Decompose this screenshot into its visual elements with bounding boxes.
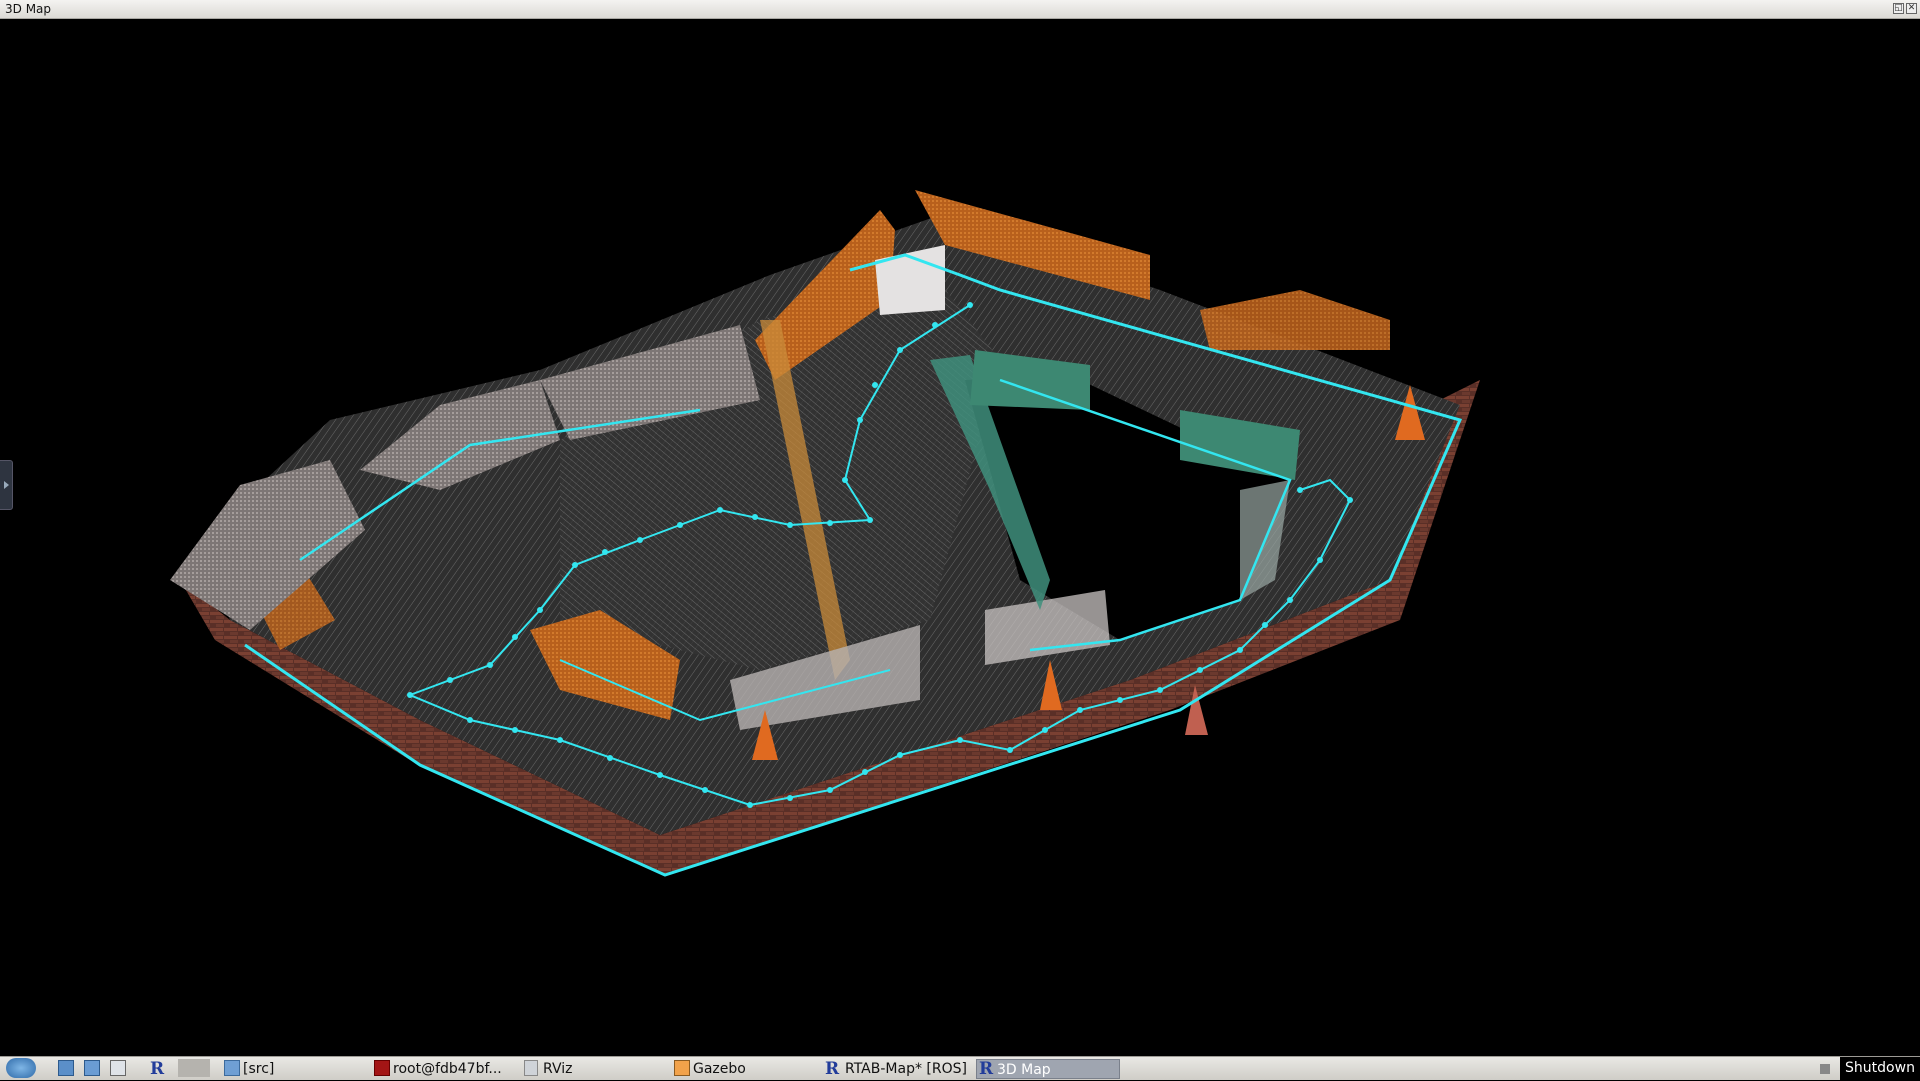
window-titlebar[interactable]: 3D Map ◱ ✕ [0, 0, 1920, 19]
taskbar-item-terminal[interactable]: root@fdb47bf... [393, 1059, 502, 1079]
start-menu-icon[interactable] [6, 1058, 36, 1078]
rtabmap-icon: R [825, 1059, 840, 1079]
shutdown-button[interactable]: Shutdown [1840, 1057, 1920, 1081]
taskbar-item-rtabmap[interactable]: RTAB-Map* [ROS] [845, 1059, 967, 1079]
close-icon[interactable]: ✕ [1906, 3, 1917, 14]
float-icon[interactable]: ◱ [1893, 3, 1904, 14]
file-manager-icon[interactable] [58, 1060, 74, 1076]
taskbar: R [src] root@fdb47bf... RViz Gazebo R RT… [0, 1056, 1920, 1081]
desktop-icon[interactable] [110, 1060, 126, 1076]
taskbar-item-rviz[interactable]: RViz [543, 1059, 572, 1079]
window-title: 3D Map [5, 2, 52, 16]
gazebo-icon [674, 1060, 690, 1076]
network-icon[interactable] [84, 1060, 100, 1076]
workspace-box[interactable] [178, 1059, 210, 1077]
taskbar-item-3d-map-label: 3D Map [997, 1062, 1051, 1078]
point-cloud-map [170, 190, 1480, 877]
taskbar-item-gazebo[interactable]: Gazebo [693, 1059, 746, 1079]
folder-icon [224, 1060, 240, 1076]
volume-icon[interactable] [1820, 1064, 1830, 1074]
rtabmap-icon: R [979, 1059, 994, 1079]
side-panel-toggle[interactable] [0, 460, 13, 510]
rtabmap-launcher-icon[interactable]: R [150, 1059, 164, 1079]
taskbar-item-src[interactable]: [src] [243, 1059, 274, 1079]
terminal-icon [374, 1060, 390, 1076]
3d-map-viewport[interactable] [0, 20, 1920, 1056]
taskbar-item-3d-map[interactable]: 3D Map [976, 1059, 1120, 1079]
rviz-icon [524, 1060, 538, 1076]
